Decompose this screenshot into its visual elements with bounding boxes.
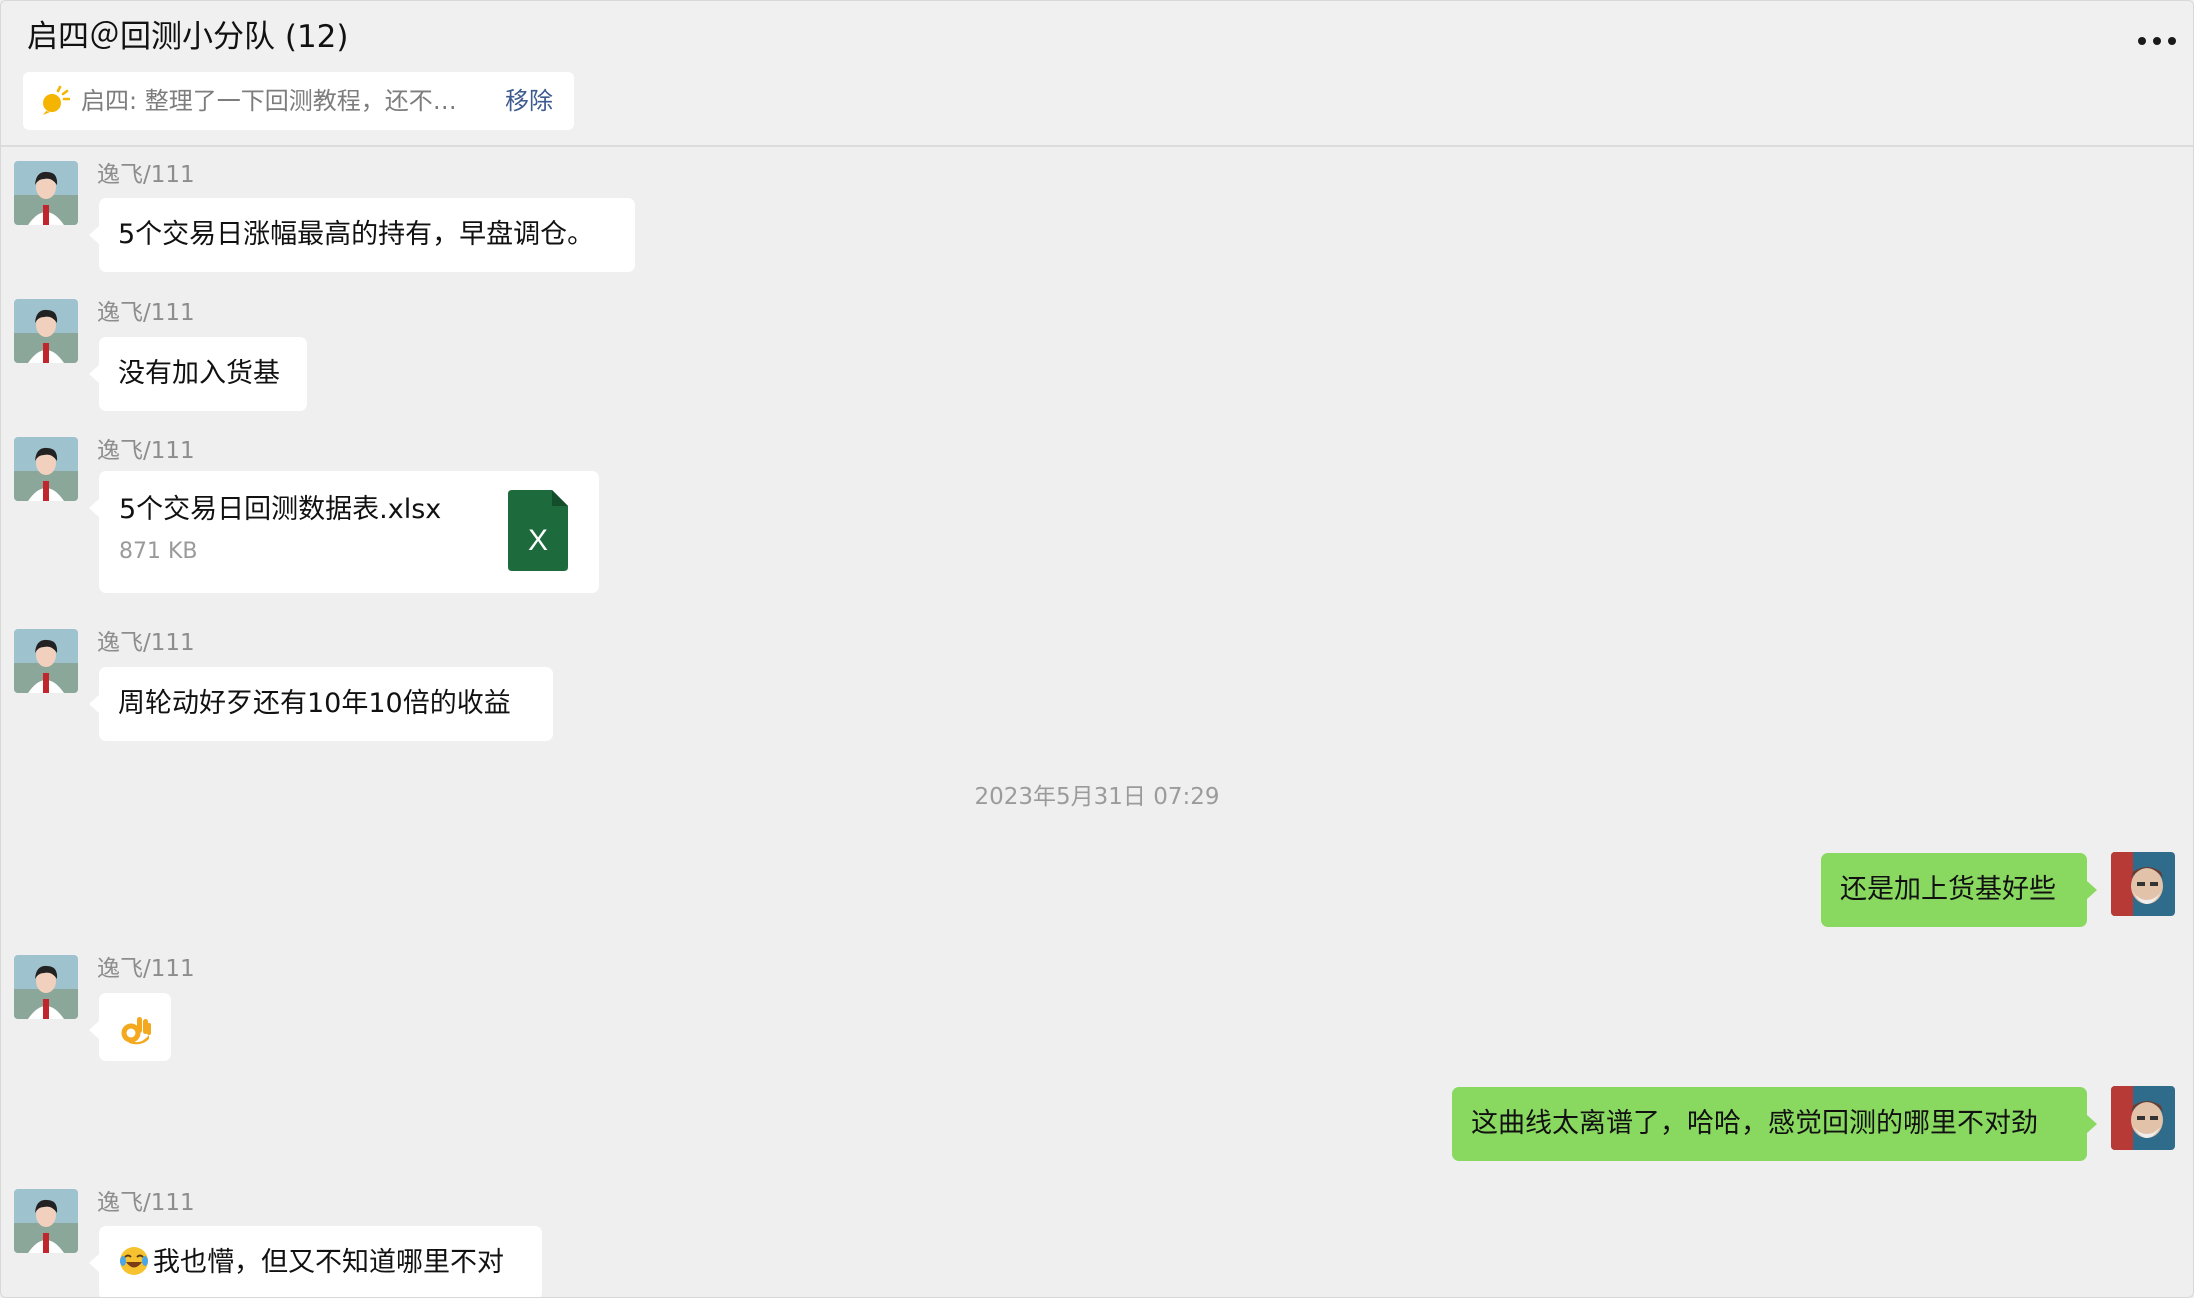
pinned-message-text: 启四: 整理了一下回测教程，还不… [81, 87, 457, 115]
outgoing-message-bubble[interactable]: 这曲线太离谱了，哈哈，感觉回测的哪里不对劲 [1452, 1087, 2097, 1161]
sender-name: 逸飞/111 [97, 162, 195, 188]
emoji-message-bubble[interactable] [89, 993, 171, 1061]
message-bubble[interactable]: 周轮动好歹还有10年10倍的收益 [89, 667, 553, 741]
sender-avatar[interactable] [14, 161, 78, 225]
message-text: 我也懵，但又不知道哪里不对 [153, 1247, 504, 1278]
sender-name: 逸飞/111 [97, 630, 195, 656]
message-bubble[interactable]: 没有加入货基 [89, 337, 307, 411]
pin-sun-icon [43, 85, 70, 115]
sender-name: 逸飞/111 [97, 438, 195, 464]
sender-avatar[interactable] [14, 1189, 78, 1253]
file-size: 871 KB [119, 539, 198, 564]
sender-name: 逸飞/111 [97, 1190, 195, 1216]
message-bubble[interactable]: 我也懵，但又不知道哪里不对 [89, 1226, 542, 1297]
outgoing-message-bubble[interactable]: 还是加上货基好些 [1821, 853, 2097, 927]
my-avatar[interactable] [2111, 852, 2175, 916]
more-options-button[interactable] [2127, 23, 2187, 59]
file-message[interactable]: 5个交易日回测数据表.xlsx 871 KB X [89, 471, 599, 593]
chat-header: 启四＠回测小分队 (12) 启四: 整理了一下回测教程，还不… 移除 [1, 1, 2193, 147]
message-bubble[interactable]: 5个交易日涨幅最高的持有，早盘调仓。 [89, 198, 635, 272]
sender-avatar[interactable] [14, 955, 78, 1019]
remove-pinned-button[interactable]: 移除 [505, 72, 553, 130]
more-dot [2138, 37, 2146, 45]
pinned-message-bar[interactable]: 启四: 整理了一下回测教程，还不… 移除 [23, 72, 574, 130]
chat-window: 启四＠回测小分队 (12) 启四: 整理了一下回测教程，还不… 移除 逸飞/11… [0, 0, 2194, 1298]
svg-text:X: X [528, 524, 548, 557]
my-avatar[interactable] [2111, 1086, 2175, 1150]
file-name: 5个交易日回测数据表.xlsx [119, 494, 442, 525]
sender-avatar[interactable] [14, 299, 78, 363]
more-dot [2168, 37, 2176, 45]
sender-avatar[interactable] [14, 629, 78, 693]
crying-laughing-emoji-icon [120, 1247, 148, 1275]
excel-file-icon: X [508, 490, 568, 571]
sender-name: 逸飞/111 [97, 300, 195, 326]
chat-timestamp: 2023年5月31日 07:29 [974, 784, 1220, 810]
chat-title: 启四＠回测小分队 (12) [27, 19, 349, 55]
ok-hand-emoji-icon [121, 1017, 151, 1045]
more-dot [2153, 37, 2161, 45]
sender-name: 逸飞/111 [97, 956, 195, 982]
sender-avatar[interactable] [14, 437, 78, 501]
